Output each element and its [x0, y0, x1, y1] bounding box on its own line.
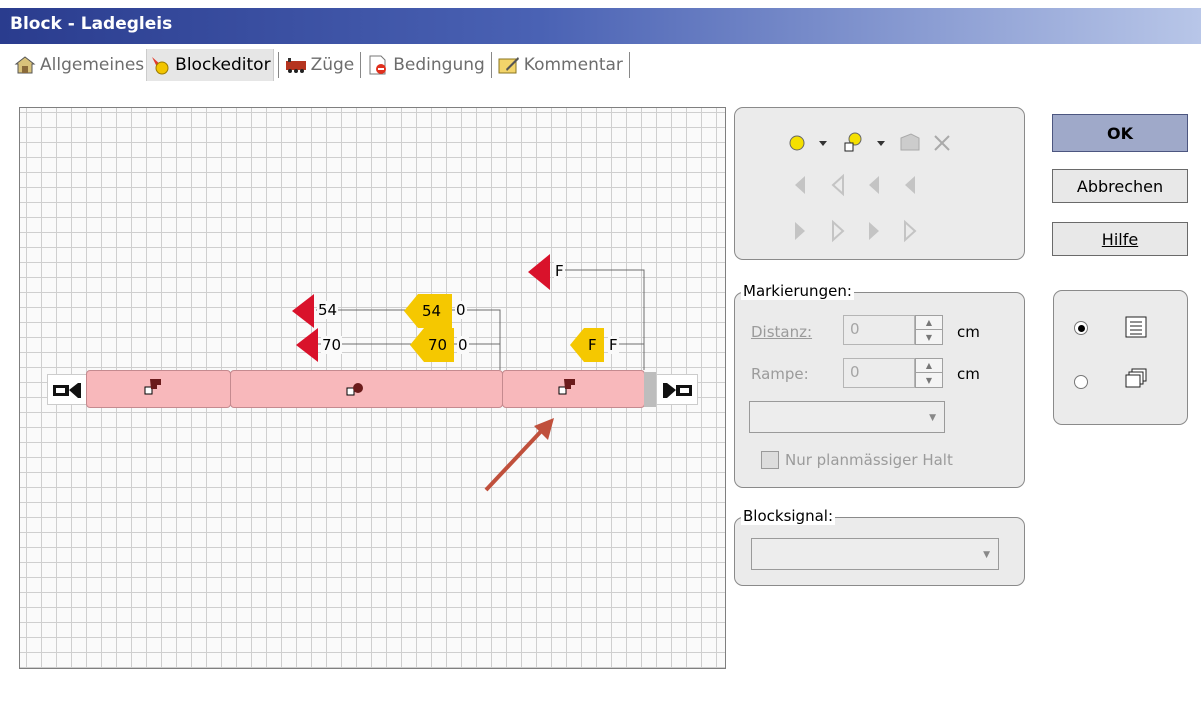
tools-panel [734, 107, 1025, 260]
distance-field[interactable]: 0 [843, 315, 915, 345]
marker-label: 70 [428, 336, 448, 354]
block-editor-icon [152, 57, 169, 75]
marker-label: F [554, 262, 565, 280]
yellow-marker-shape [570, 328, 604, 362]
condition-icon [369, 55, 387, 75]
distance-unit: cm [957, 323, 980, 341]
tab-zuege[interactable]: Züge [283, 49, 357, 81]
block-icon-3 [558, 379, 575, 395]
dropdown-icon [877, 141, 885, 146]
block-end-cap [644, 372, 656, 407]
tab-label: Kommentar [523, 55, 623, 75]
cascade-view-radio[interactable] [1074, 375, 1088, 389]
delete-icon [934, 135, 950, 151]
block-segment-1[interactable] [86, 370, 231, 408]
buffer-stop-icon [663, 383, 692, 398]
cascade-view-icon [1125, 368, 1147, 388]
comment-icon [498, 57, 519, 74]
object-icon [844, 132, 862, 152]
red-marker-70[interactable] [296, 328, 320, 362]
red-marker-54[interactable] [292, 294, 316, 328]
marker-label: 54 [422, 302, 442, 320]
buffer-right[interactable] [656, 374, 698, 405]
circle-marker-icon [789, 135, 805, 151]
toolbar-row-3 [795, 219, 917, 243]
tab-divider [360, 52, 362, 78]
ramp-spinner[interactable]: ▲ ▼ [915, 358, 943, 388]
block-segment-3[interactable] [502, 370, 645, 408]
block-signal-select[interactable]: ▼ [751, 538, 999, 570]
red-marker-f[interactable] [528, 254, 552, 290]
ramp-unit: cm [957, 365, 980, 383]
buffer-left[interactable] [47, 374, 87, 405]
block-icon-1 [144, 379, 161, 395]
dropdown-icon [819, 141, 827, 146]
yellow-marker-f[interactable]: F [570, 328, 604, 362]
tab-divider [277, 52, 279, 78]
block-signal-panel: Blocksignal: ▼ [734, 507, 1025, 586]
tab-divider [628, 52, 630, 78]
chevron-down-icon: ▼ [929, 413, 936, 423]
block-segment-2[interactable] [230, 370, 503, 408]
scheduled-stop-label: Nur planmässiger Halt [785, 451, 953, 469]
marker-label: 54 [317, 301, 339, 319]
ramp-label: Rampe: [751, 365, 809, 383]
block-editor-canvas[interactable]: 54 70 54 0 70 0 F F F [19, 107, 726, 669]
help-button[interactable]: Hilfe [1052, 222, 1188, 256]
markings-select[interactable]: ▼ [749, 401, 945, 433]
tab-bedingung[interactable]: Bedingung [365, 49, 487, 81]
toolbar-row-2 [795, 173, 915, 197]
distance-label: Distanz: [751, 323, 813, 341]
marker-label: 0 [457, 336, 469, 354]
train-icon [285, 58, 306, 73]
annotation-arrow [484, 418, 554, 492]
tab-blockeditor[interactable]: Blockeditor [146, 49, 274, 81]
tab-label: Allgemeines [40, 55, 145, 75]
yellow-marker-70[interactable]: 70 [410, 328, 454, 362]
markings-panel: Markierungen: Distanz: 0 ▲ ▼ cm Rampe: 0 … [734, 282, 1025, 488]
view-options-panel [1053, 290, 1188, 425]
buffer-stop-icon [53, 383, 81, 398]
tab-bar: Allgemeines Blockeditor Züge Bedingung K… [12, 48, 634, 82]
marker-label: 0 [455, 301, 467, 319]
marker-label: F [608, 336, 619, 354]
tab-allgemeines[interactable]: Allgemeines [12, 49, 146, 81]
help-label: Hilfe [1101, 229, 1139, 249]
general-icon [14, 56, 36, 74]
tab-label: Blockeditor [175, 55, 271, 75]
distance-spinner[interactable]: ▲ ▼ [915, 315, 943, 345]
chevron-down-icon: ▼ [983, 550, 990, 560]
window-title: Block - Ladegleis [10, 14, 173, 34]
properties-icon [900, 133, 920, 151]
tab-divider [490, 52, 492, 78]
scheduled-stop-checkbox[interactable] [761, 451, 779, 469]
marker-label: 70 [321, 336, 343, 354]
tab-label: Züge [310, 55, 355, 75]
cancel-button[interactable]: Abbrechen [1052, 169, 1188, 203]
tab-label: Bedingung [393, 55, 485, 75]
toolbar-row-1 [789, 132, 950, 152]
list-view-icon [1125, 316, 1147, 338]
title-bar: Block - Ladegleis [0, 8, 1201, 44]
tab-kommentar[interactable]: Kommentar [496, 49, 625, 81]
yellow-marker-54[interactable]: 54 [404, 294, 452, 328]
list-view-radio[interactable] [1074, 321, 1088, 335]
marker-label: F [588, 336, 597, 354]
ramp-field[interactable]: 0 [843, 358, 915, 388]
ok-button[interactable]: OK [1052, 114, 1188, 152]
markings-legend: Markierungen: [741, 282, 854, 300]
block-signal-legend: Blocksignal: [741, 507, 835, 525]
block-icon-2 [346, 383, 363, 396]
